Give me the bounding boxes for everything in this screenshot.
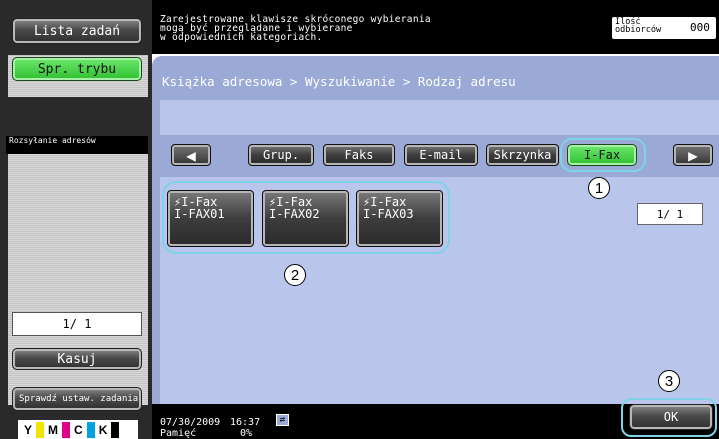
toner-k-bar — [111, 421, 120, 438]
delete-button[interactable]: Kasuj — [12, 348, 142, 370]
prev-category-button[interactable]: ◀ — [171, 144, 211, 166]
address-entry-2[interactable]: ⚡I-Fax I-FAX02 — [262, 190, 349, 247]
toner-indicator: Y M C K — [18, 420, 138, 439]
tab-ifax[interactable]: I-Fax — [567, 144, 637, 166]
job-list-button[interactable]: Lista zadań — [12, 18, 142, 44]
callout-2: 2 — [284, 264, 306, 286]
callout-1: 1 — [588, 177, 610, 199]
address-entry-1[interactable]: ⚡I-Fax I-FAX01 — [167, 190, 254, 247]
entry-name-3: I-FAX03 — [363, 207, 414, 221]
next-category-button[interactable]: ▶ — [673, 144, 713, 166]
address-entry-3[interactable]: ⚡I-Fax I-FAX03 — [356, 190, 443, 247]
status-date: 07/30/2009 — [160, 417, 221, 428]
mode-check-button[interactable]: Spr. trybu — [12, 57, 142, 81]
toner-c-bar — [86, 421, 95, 438]
tab-box[interactable]: Skrzynka — [486, 144, 559, 166]
arrow-right-icon: ▶ — [688, 145, 698, 165]
tab-email[interactable]: E-mail — [404, 144, 478, 166]
left-page-counter: 1/ 1 — [12, 312, 142, 336]
toner-y-label: Y — [24, 422, 33, 437]
memory-label: Pamięć — [160, 428, 197, 439]
toner-c-label: C — [74, 422, 83, 437]
entry-name-2: I-FAX02 — [269, 207, 320, 221]
recipients-label-2: odbiorców — [615, 25, 662, 35]
toner-k-label: K — [98, 422, 108, 437]
network-icon: ⇄ — [276, 414, 289, 426]
entry-name-1: I-FAX01 — [174, 207, 225, 221]
breadcrumb: Książka adresowa > Wyszukiwanie > Rodzaj… — [162, 74, 516, 89]
toner-m-bar — [62, 421, 71, 438]
recipients-count: 000 — [690, 21, 710, 34]
arrow-left-icon: ◀ — [186, 145, 196, 165]
tab-fax[interactable]: Faks — [323, 144, 395, 166]
status-time: 16:37 — [230, 417, 261, 428]
memory-value: 0% — [240, 428, 253, 439]
entries-page-counter: 1/ 1 — [637, 203, 703, 225]
tab-group[interactable]: Grup. — [248, 144, 314, 166]
check-job-settings-button[interactable]: Sprawdź ustaw. zadania — [12, 387, 142, 411]
toner-y-bar — [36, 421, 45, 438]
section-label: Rozsyłanie adresów — [6, 136, 148, 154]
callout-3: 3 — [658, 370, 680, 392]
toner-m-label: M — [48, 422, 59, 437]
ok-button[interactable]: OK — [629, 404, 713, 430]
message-line-3: w odpowiednich kategoriach. — [160, 32, 323, 43]
